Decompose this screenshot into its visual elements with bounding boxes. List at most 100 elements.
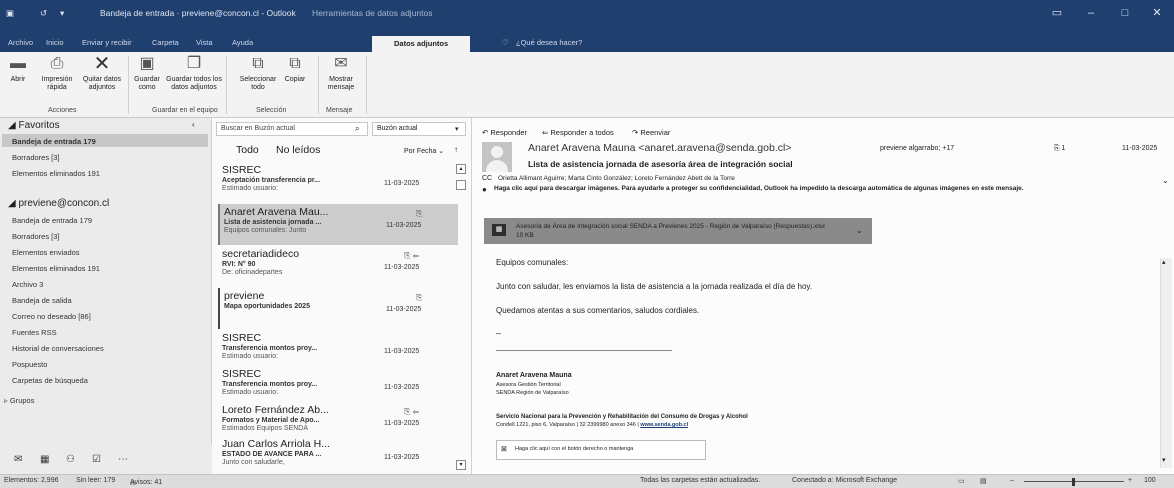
group-seleccion: Selección	[256, 107, 287, 114]
tell-me-input[interactable]: ¿Qué desea hacer?	[516, 38, 582, 47]
cc-label: CC	[482, 175, 493, 182]
folder-salida[interactable]: Bandeja de salida	[12, 296, 72, 305]
folder-rss[interactable]: Fuentes RSS	[12, 328, 57, 337]
folder-bandeja-entrada[interactable]: Bandeja de entrada 179	[12, 216, 92, 225]
list-item[interactable]: SISREC Transferencia montos proy... Esti…	[218, 330, 458, 371]
folder-fav-borradores[interactable]: Borradores [3]	[12, 153, 60, 162]
calendar-icon[interactable]: ▦	[40, 454, 49, 465]
folder-enviados[interactable]: Elementos enviados	[12, 248, 80, 257]
copiar-button[interactable]: ⧉ Copiar	[282, 54, 308, 84]
tab-inicio[interactable]: Inicio	[46, 38, 64, 47]
msg-preview: Equipos comunales: Junto	[224, 227, 307, 234]
tab-ayuda[interactable]: Ayuda	[232, 38, 253, 47]
abrir-button[interactable]: ▬ Abrir	[4, 54, 32, 84]
tasks-icon[interactable]: ☑	[92, 454, 101, 465]
folder-fav-eliminados[interactable]: Elementos eliminados 191	[12, 169, 100, 178]
reading-scrollbar[interactable]: ▴ ▾	[1160, 258, 1172, 468]
guardar-como-button[interactable]: ▣ Guardar como	[130, 54, 164, 92]
broken-image-icon: ⊠	[501, 446, 507, 453]
folder-fav-bandeja[interactable]: Bandeja de entrada 179	[12, 137, 96, 146]
zoom-slider-thumb[interactable]	[1072, 478, 1075, 486]
scroll-down-button[interactable]: ▾	[456, 460, 466, 470]
attachment-icon: ⎘	[416, 293, 423, 302]
reading-view-icon[interactable]: ▤	[980, 477, 987, 485]
cc-recipients[interactable]: Orietta Allimant Aguirre; Marta Cinto Go…	[498, 175, 735, 182]
grupos-header[interactable]: ▹ Grupos	[4, 396, 34, 405]
list-item[interactable]: previene Mapa oportunidades 2025 11-03-2…	[218, 288, 458, 329]
tab-carpeta[interactable]: Carpeta	[152, 38, 179, 47]
folder-archivo[interactable]: Archivo 3	[12, 280, 43, 289]
zoom-in-icon[interactable]: +	[1128, 477, 1132, 484]
recipients[interactable]: previene algarrabo; +17	[880, 145, 954, 152]
list-item[interactable]: secretariadideco RVI: N° 90 De: oficinad…	[218, 246, 458, 287]
attachment-count-value: 1	[1061, 145, 1066, 152]
attachment-name: Asesoría de Área de Integración social S…	[516, 223, 826, 230]
scroll-up-button[interactable]: ▴	[456, 164, 466, 174]
attachment-icon: ⎘ ⇐	[404, 407, 420, 416]
filter-no-leidos[interactable]: No leídos	[276, 144, 320, 156]
forward-button[interactable]: ↷ Reenviar	[632, 128, 670, 137]
reply-all-button[interactable]: ⇐ Responder a todos	[542, 128, 614, 137]
favoritos-header[interactable]: ◢ Favoritos	[8, 120, 60, 131]
folder-busqueda[interactable]: Carpetas de búsqueda	[12, 376, 88, 385]
mail-icon[interactable]: ✉	[14, 454, 22, 465]
list-item[interactable]: SISREC Transferencia montos proy... Esti…	[218, 366, 458, 407]
msg-preview: Estimado usuario:	[222, 389, 279, 396]
account-header[interactable]: ◢ previene@concon.cl	[8, 198, 109, 209]
ribbon-display-icon[interactable]: ▭	[1040, 4, 1074, 22]
minimize-button[interactable]: –	[1074, 4, 1108, 22]
guardar-todos-button[interactable]: ❐ Guardar todos los datos adjuntos	[166, 54, 222, 92]
mostrar-mensaje-button[interactable]: ✉ Mostrar mensaje	[322, 54, 360, 92]
seleccionar-todo-button[interactable]: ⧉ Seleccionar todo	[236, 54, 280, 92]
scroll-down-arrow[interactable]: ▾	[1162, 456, 1166, 464]
more-icon[interactable]: ⋯	[118, 454, 128, 465]
list-item[interactable]: Juan Carlos Arriola H... ESTADO DE AVANC…	[218, 436, 458, 477]
qat-dropdown-icon[interactable]: ▾	[60, 8, 64, 19]
select-checkbox[interactable]	[456, 180, 466, 190]
tab-archivo[interactable]: Archivo	[8, 38, 33, 47]
search-input[interactable]: Buscar en Buzón actual ⌕	[216, 122, 368, 136]
folder-borradores[interactable]: Borradores [3]	[12, 232, 60, 241]
reply-button[interactable]: ↶ Responder	[482, 128, 527, 137]
expand-header-icon[interactable]: ⌄	[1162, 176, 1169, 185]
sort-dropdown[interactable]: Por Fecha ⌄	[404, 147, 444, 155]
list-item-selected[interactable]: Anaret Aravena Mau... Lista de asistenci…	[218, 204, 458, 245]
scroll-up-arrow[interactable]: ▴	[1162, 258, 1166, 266]
msg-subject: ESTADO DE AVANCE PARA ...	[222, 451, 322, 458]
pane-collapse-icon[interactable]: ‹	[192, 120, 195, 129]
sender-name[interactable]: Anaret Aravena Mauna <anaret.aravena@sen…	[528, 142, 791, 154]
folder-no-deseado[interactable]: Correo no deseado [86]	[12, 312, 91, 321]
list-item[interactable]: SISREC Aceptación transferencia pr... Es…	[218, 162, 458, 203]
zoom-out-icon[interactable]: –	[1010, 477, 1014, 484]
signature-name: Anaret Aravena Mauna	[496, 372, 572, 379]
signature-website-link[interactable]: www.senda.gob.cl	[640, 422, 688, 428]
image-download-bar[interactable]: Haga clic aquí para descargar imágenes. …	[494, 185, 1154, 193]
tab-datos-adjuntos[interactable]: Datos adjuntos	[372, 36, 471, 52]
group-mensaje: Mensaje	[326, 107, 353, 114]
normal-view-icon[interactable]: ▭	[958, 477, 965, 485]
sort-direction-icon[interactable]: ↑	[454, 145, 458, 154]
quitar-datos-adjuntos-button[interactable]: ✕ Quitar datos adjuntos	[80, 54, 124, 92]
search-icon[interactable]: ⌕	[355, 124, 359, 134]
tab-vista[interactable]: Vista	[196, 38, 213, 47]
placeholder-text: Haga clic aquí con el botón derecho o ma…	[515, 446, 634, 452]
folder-pospuesto[interactable]: Pospuesto	[12, 360, 47, 369]
image-placeholder[interactable]: ⊠ Haga clic aquí con el botón derecho o …	[496, 440, 706, 460]
folder-eliminados[interactable]: Elementos eliminados 191	[12, 264, 100, 273]
remove-x-icon: ✕	[93, 53, 111, 75]
tab-enviar-recibir[interactable]: Enviar y recibir	[82, 38, 132, 47]
msg-subject: Mapa oportunidades 2025	[224, 303, 310, 310]
close-button[interactable]: ✕	[1140, 4, 1174, 22]
collapse-icon: ◢	[8, 198, 19, 209]
qat-send-icon[interactable]: ↺	[40, 8, 47, 19]
msg-from: SISREC	[222, 332, 262, 344]
nav-bar: ✉ ▦ ⚇ ☑ ⋯	[0, 444, 212, 474]
attachment-tile[interactable]: ▦ Asesoría de Área de Integración social…	[484, 218, 872, 244]
impresion-rapida-button[interactable]: ⎙ Impresión rápida	[34, 54, 80, 92]
filter-todo[interactable]: Todo	[236, 144, 259, 156]
folder-historial[interactable]: Historial de conversaciones	[12, 344, 104, 353]
chevron-down-icon[interactable]: ⌄	[856, 226, 863, 235]
maximize-button[interactable]: □	[1108, 4, 1142, 22]
people-icon[interactable]: ⚇	[66, 454, 75, 465]
scope-dropdown[interactable]: Buzón actual ▾	[372, 122, 466, 136]
